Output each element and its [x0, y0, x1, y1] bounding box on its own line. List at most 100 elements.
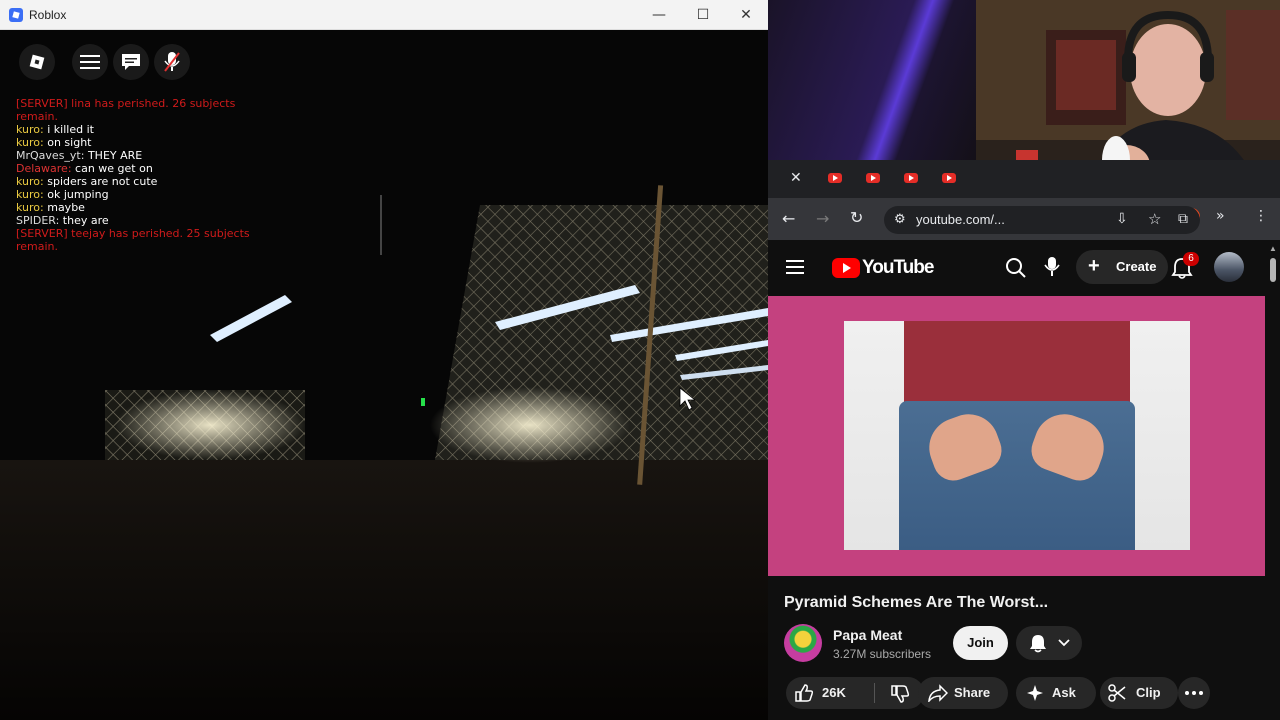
channel-name[interactable]: Papa Meat: [833, 627, 902, 643]
like-count: 26K: [822, 685, 846, 700]
chat-text: i killed it: [43, 123, 94, 136]
plus-icon: +: [1088, 255, 1100, 277]
scrollbar-thumb[interactable]: [1270, 258, 1276, 282]
like-button[interactable]: 26K: [786, 677, 874, 709]
close-window-button[interactable]: ✕: [724, 0, 768, 30]
youtube-header: YouTube: [768, 240, 1280, 296]
minimize-button[interactable]: —: [637, 0, 681, 30]
scroll-up-icon[interactable]: ▲: [1269, 244, 1277, 253]
roblox-window-title: Roblox: [29, 8, 67, 22]
chat-message: kuro: maybe: [16, 201, 276, 214]
dislike-button[interactable]: [875, 677, 924, 709]
browser-window: ✕ ← → ↻ ⬚ C » ⋮ ⚙ youtube.com/... ⇩ ☆ ⧉ …: [768, 160, 1280, 720]
chat-message: [SERVER] teejay has perished. 25 subject…: [16, 227, 276, 253]
maximize-button[interactable]: ☐: [681, 0, 725, 30]
tab-youtube-3[interactable]: [904, 173, 918, 183]
chat-message: SPIDER: they are: [16, 214, 276, 227]
chat-sender: kuro:: [16, 201, 44, 214]
clip-button[interactable]: Clip: [1100, 677, 1178, 709]
chat-toggle-button[interactable]: [113, 44, 149, 80]
thumbs-up-icon: [795, 684, 814, 702]
chat-sender: kuro:: [16, 136, 44, 149]
site-info-icon[interactable]: ⚙: [894, 212, 906, 227]
share-arrow-icon: [928, 684, 948, 702]
voice-search-icon[interactable]: [1044, 256, 1060, 278]
hamburger-menu-button[interactable]: [72, 44, 108, 80]
account-avatar[interactable]: [1214, 252, 1244, 282]
chat-message: MrQaves_yt: THEY ARE: [16, 149, 276, 162]
notification-count-badge: 6: [1183, 252, 1199, 266]
chat-text: on sight: [43, 136, 92, 149]
thumbs-down-icon: [891, 685, 910, 703]
game-viewport[interactable]: [SERVER] lina has perished. 26 subjects …: [0, 30, 768, 720]
search-icon[interactable]: [1005, 257, 1027, 279]
chat-message: kuro: spiders are not cute: [16, 175, 276, 188]
chat-sender: kuro:: [16, 188, 44, 201]
more-tabs-icon[interactable]: »: [1216, 208, 1225, 224]
more-actions-button[interactable]: [1178, 677, 1210, 709]
clip-label: Clip: [1136, 685, 1161, 700]
roblox-window: Roblox — ☐ ✕ [SERVER] lina has perished.…: [0, 0, 768, 720]
video-player[interactable]: [768, 296, 1265, 576]
reload-icon[interactable]: ↻: [850, 208, 863, 227]
stream-overlay-background: [768, 0, 976, 160]
address-bar[interactable]: ⚙ youtube.com/... ⇩ ☆ ⧉: [884, 206, 1200, 234]
chat-text: spiders are not cute: [43, 175, 158, 188]
chat-text: ok jumping: [43, 188, 109, 201]
bookmark-star-icon[interactable]: ☆: [1148, 210, 1161, 228]
create-label: Create: [1116, 259, 1157, 274]
tab-youtube-4[interactable]: [942, 173, 956, 183]
sparkle-icon: [1027, 685, 1043, 701]
chat-sender: Delaware:: [16, 162, 72, 175]
chat-text: [SERVER] teejay has perished. 25 subject…: [16, 227, 250, 253]
youtube-logo-icon[interactable]: [832, 258, 860, 278]
like-dislike-group: 26K: [786, 677, 924, 709]
voice-mute-button[interactable]: [154, 44, 190, 80]
join-button[interactable]: Join: [953, 626, 1008, 660]
muted-microphone-icon: [164, 52, 180, 72]
chat-sender: kuro:: [16, 175, 44, 188]
back-arrow-icon[interactable]: ←: [782, 209, 795, 228]
extension-puzzle-icon[interactable]: ⧉: [1178, 211, 1188, 227]
roblox-logo-icon: [29, 54, 45, 70]
chat-bubble-icon: [122, 54, 140, 70]
guide-menu-icon[interactable]: [786, 259, 804, 275]
forward-arrow-icon[interactable]: →: [816, 209, 829, 228]
chat-message: [SERVER] lina has perished. 26 subjects …: [16, 97, 276, 123]
chat-message: kuro: i killed it: [16, 123, 276, 136]
scissors-icon: [1108, 684, 1126, 702]
create-button[interactable]: + Create: [1076, 250, 1168, 284]
share-label: Share: [954, 685, 991, 700]
chat-message: kuro: on sight: [16, 136, 276, 149]
roblox-app-icon: [9, 8, 23, 22]
image-jeans: [899, 401, 1135, 550]
more-horizontal-icon: [1185, 691, 1203, 695]
subscriber-count: 3.27M subscribers: [833, 647, 932, 661]
video-frame-image: [844, 321, 1190, 550]
notifications-button[interactable]: 6: [1171, 252, 1199, 285]
roblox-menu-button[interactable]: [19, 44, 55, 80]
install-app-icon[interactable]: ⇩: [1116, 211, 1128, 227]
tab-youtube-2[interactable]: [866, 173, 880, 183]
browser-menu-icon[interactable]: ⋮: [1254, 208, 1268, 224]
tab-youtube-1[interactable]: [828, 173, 842, 183]
chat-text: [SERVER] lina has perished. 26 subjects …: [16, 97, 236, 123]
chat-text: THEY ARE: [84, 149, 143, 162]
close-tab-icon[interactable]: ✕: [790, 170, 806, 188]
youtube-logo-text[interactable]: YouTube: [862, 257, 934, 279]
chat-message: Delaware: can we get on: [16, 162, 276, 175]
page-scrollbar[interactable]: ▲: [1266, 240, 1280, 720]
chat-text: they are: [59, 214, 109, 227]
hamburger-icon: [80, 55, 100, 69]
chat-sender: SPIDER:: [16, 214, 60, 227]
chat-log: [SERVER] lina has perished. 26 subjects …: [16, 97, 276, 253]
chat-sender: MrQaves_yt:: [16, 149, 85, 162]
chevron-down-icon: [1058, 639, 1070, 647]
channel-avatar[interactable]: [784, 624, 822, 662]
chat-message: kuro: ok jumping: [16, 188, 276, 201]
bell-icon: [1030, 635, 1046, 653]
ask-button[interactable]: Ask: [1016, 677, 1096, 709]
chat-text: maybe: [43, 201, 85, 214]
subscription-notification-button[interactable]: [1016, 626, 1082, 660]
share-button[interactable]: Share: [918, 677, 1008, 709]
